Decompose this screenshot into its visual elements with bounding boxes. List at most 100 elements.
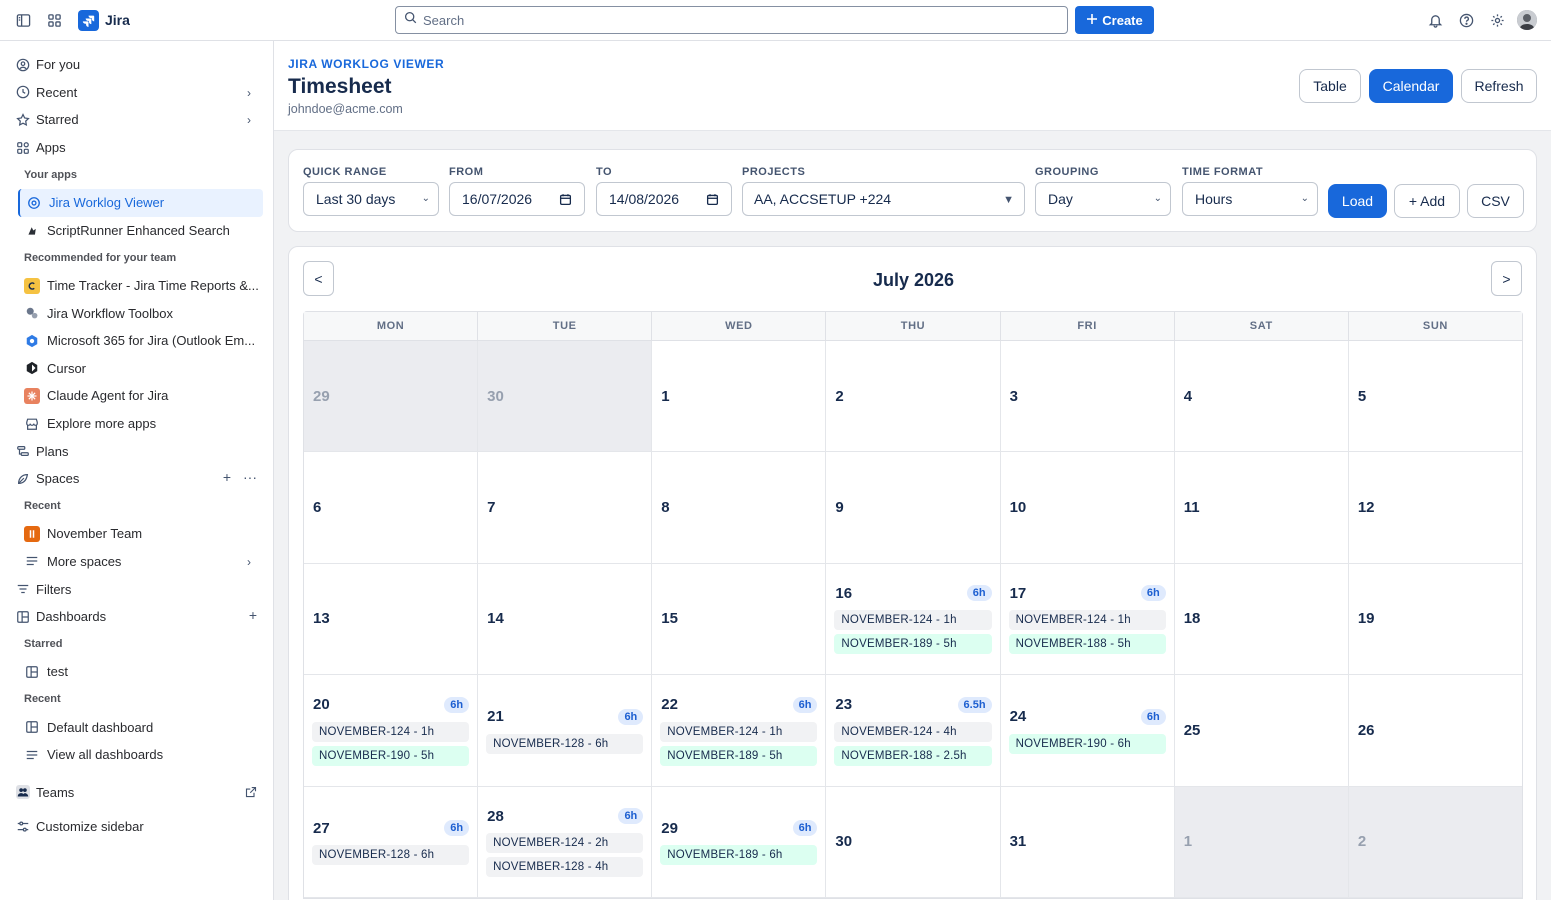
worklog-entry[interactable]: NOVEMBER-124 - 1h [1008,610,1166,631]
calendar-day-cell[interactable]: 16 6h NOVEMBER-124 - 1h NOVEMBER-189 - 5h [826,563,1001,675]
notifications-bell-icon[interactable] [1424,9,1446,31]
table-view-button[interactable]: Table [1299,69,1361,103]
worklog-entry[interactable]: NOVEMBER-124 - 4h [834,721,992,742]
sidebar-item-dashboard-test[interactable]: test [0,658,273,686]
worklog-entry[interactable]: NOVEMBER-188 - 5h [1008,634,1166,655]
worklog-entry[interactable]: NOVEMBER-124 - 1h [660,721,818,742]
calendar-day-cell[interactable]: 19 [1349,564,1522,674]
chevron-right-icon[interactable]: › [247,86,251,100]
app-switcher-icon[interactable] [43,9,65,31]
refresh-button[interactable]: Refresh [1461,69,1537,103]
sidebar-item-microsoft-365[interactable]: Microsoft 365 for Jira (Outlook Em... [0,327,273,355]
calendar-day-cell[interactable]: 20 6h NOVEMBER-124 - 1h NOVEMBER-190 - 5h [304,675,479,786]
next-month-button[interactable]: > [1491,261,1522,296]
calendar-day-cell[interactable]: 30 [826,786,1001,897]
external-link-icon[interactable] [245,785,257,801]
calendar-day-cell[interactable]: 1 [1174,786,1349,897]
search-box[interactable] [395,6,1068,34]
user-avatar[interactable] [1517,10,1537,30]
sidebar-item-starred[interactable]: Starred › [0,106,273,134]
calendar-day-cell[interactable]: 21 6h NOVEMBER-128 - 6h [478,675,653,786]
sidebar-item-november-team[interactable]: November Team [0,520,273,548]
csv-export-button[interactable]: CSV [1467,184,1524,218]
worklog-entry[interactable]: NOVEMBER-128 - 6h [486,733,644,754]
search-input[interactable] [423,12,1023,28]
worklog-entry[interactable]: NOVEMBER-128 - 4h [486,857,644,878]
worklog-entry[interactable]: NOVEMBER-190 - 5h [312,745,470,766]
quick-range-select[interactable]: Last 30 days ⌄ [303,182,439,216]
calendar-day-cell[interactable]: 2 [826,341,1001,452]
calendar-day-cell[interactable]: 26 [1349,675,1522,785]
sidebar-item-spaces[interactable]: Spaces + ··· [0,465,273,493]
calendar-day-cell[interactable]: 12 [1349,452,1522,562]
calendar-day-cell[interactable]: 17 6h NOVEMBER-124 - 1h NOVEMBER-188 - 5h [1001,563,1175,675]
help-icon[interactable] [1455,9,1477,31]
worklog-entry[interactable]: NOVEMBER-128 - 6h [312,845,470,866]
worklog-entry[interactable]: NOVEMBER-189 - 6h [660,845,818,866]
calendar-day-cell[interactable]: 27 6h NOVEMBER-128 - 6h [304,786,479,897]
sidebar-item-view-all-dashboards[interactable]: View all dashboards [0,741,273,769]
sidebar-item-jira-workflow-toolbox[interactable]: Jira Workflow Toolbox [0,299,273,327]
load-button[interactable]: Load [1328,184,1387,218]
sidebar-item-default-dashboard[interactable]: Default dashboard [0,713,273,741]
projects-multiselect[interactable]: AA, ACCSETUP +224 ▼ [742,182,1025,216]
calendar-day-cell[interactable]: 18 [1175,563,1349,675]
from-date-input[interactable]: 16/07/2026 [449,182,585,216]
chevron-right-icon[interactable]: › [247,555,251,569]
calendar-day-cell[interactable]: 3 [1001,341,1175,452]
calendar-day-cell[interactable]: 4 [1175,341,1349,452]
sidebar-item-for-you[interactable]: For you [0,51,273,79]
calendar-day-cell[interactable]: 7 [478,452,653,563]
create-button[interactable]: Create [1075,6,1154,34]
worklog-entry[interactable]: NOVEMBER-124 - 1h [834,610,992,631]
add-worklog-button[interactable]: + Add [1394,184,1460,218]
sidebar-item-filters[interactable]: Filters [0,575,273,603]
sidebar-item-jira-worklog-viewer[interactable]: Jira Worklog Viewer [18,188,263,217]
sidebar-item-explore-apps[interactable]: Explore more apps [0,410,273,438]
time-format-select[interactable]: Hours ⌄ [1182,182,1318,216]
calendar-day-cell[interactable]: 15 [652,563,827,675]
calendar-day-cell[interactable]: 29 [304,341,479,452]
more-options-icon[interactable]: ··· [243,469,257,485]
calendar-day-cell[interactable]: 1 [652,341,827,452]
calendar-day-cell[interactable]: 10 [1001,452,1175,563]
grouping-select[interactable]: Day ⌄ [1035,182,1171,216]
calendar-day-cell[interactable]: 24 6h NOVEMBER-190 - 6h [1001,675,1175,786]
worklog-entry[interactable]: NOVEMBER-124 - 2h [486,833,644,854]
add-space-plus-icon[interactable]: + [223,469,231,485]
calendar-day-cell[interactable]: 11 [1175,452,1349,563]
sidebar-item-time-tracker[interactable]: Time Tracker - Jira Time Reports &... [0,272,273,300]
calendar-day-cell[interactable]: 6 [304,452,479,563]
calendar-day-cell[interactable]: 2 [1348,786,1522,897]
sidebar-item-more-spaces[interactable]: More spaces › [0,548,273,576]
worklog-entry[interactable]: NOVEMBER-188 - 2.5h [834,745,992,766]
calendar-view-button[interactable]: Calendar [1369,69,1453,103]
sidebar-item-cursor[interactable]: Cursor [0,355,273,383]
chevron-right-icon[interactable]: › [247,113,251,127]
to-date-input[interactable]: 14/08/2026 [596,182,732,216]
calendar-day-cell[interactable]: 14 [478,563,653,675]
worklog-entry[interactable]: NOVEMBER-190 - 6h [1008,733,1166,754]
jira-home-link[interactable]: Jira [78,9,130,31]
calendar-icon[interactable] [559,193,572,209]
sidebar-item-dashboards[interactable]: Dashboards + [0,603,273,631]
sidebar-toggle-icon[interactable] [12,9,34,31]
settings-gear-icon[interactable] [1486,9,1508,31]
sidebar-item-claude-agent[interactable]: Claude Agent for Jira [0,382,273,410]
calendar-day-cell[interactable]: 8 [652,452,827,563]
calendar-day-cell[interactable]: 31 [1001,786,1175,897]
calendar-icon[interactable] [706,193,719,209]
calendar-day-cell[interactable]: 28 6h NOVEMBER-124 - 2h NOVEMBER-128 - 4h [478,786,653,897]
calendar-day-cell[interactable]: 13 [304,563,479,675]
sidebar-item-teams[interactable]: Teams [0,778,273,806]
sidebar-item-plans[interactable]: Plans [0,437,273,465]
sidebar-item-customize[interactable]: Customize sidebar [0,813,273,841]
sidebar-item-recent[interactable]: Recent › [0,79,273,107]
calendar-day-cell[interactable]: 25 [1175,675,1349,786]
calendar-day-cell[interactable]: 30 [478,341,653,452]
calendar-day-cell[interactable]: 9 [826,452,1001,563]
calendar-day-cell[interactable]: 23 6.5h NOVEMBER-124 - 4h NOVEMBER-188 - 2.… [826,675,1001,786]
worklog-entry[interactable]: NOVEMBER-189 - 5h [660,745,818,766]
sidebar-item-apps[interactable]: Apps [0,134,273,162]
add-dashboard-plus-icon[interactable]: + [249,607,257,623]
